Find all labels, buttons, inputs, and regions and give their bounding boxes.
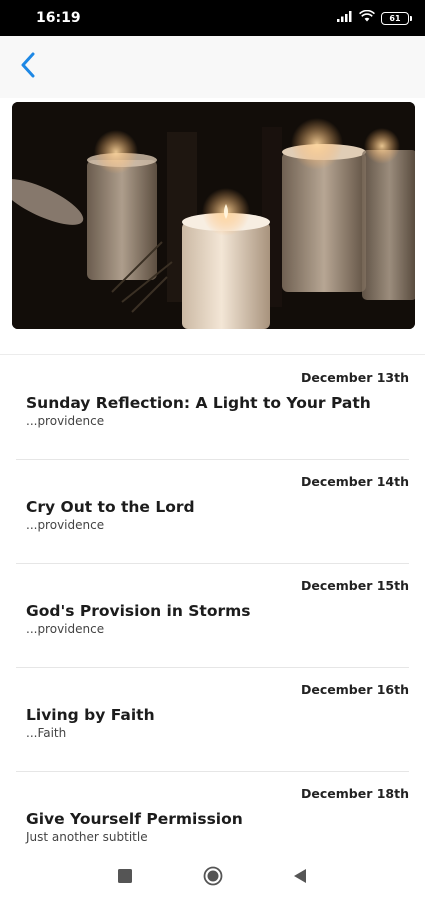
wifi-icon [359,9,375,27]
item-title: Sunday Reflection: A Light to Your Path [26,394,371,412]
list-item[interactable]: December 15th God's Provision in Storms … [16,564,409,668]
item-title: Cry Out to the Lord [26,498,195,516]
item-subtitle: ...providence [26,622,105,636]
system-back-button[interactable] [288,866,312,890]
back-triangle-icon [293,868,307,889]
list-item[interactable]: December 14th Cry Out to the Lord ...pro… [16,460,409,564]
list-item[interactable]: December 16th Living by Faith ...Faith [16,668,409,772]
item-date: December 15th [301,578,409,593]
divider [0,354,425,355]
list-item[interactable]: December 13th Sunday Reflection: A Light… [16,356,409,460]
chevron-left-icon [20,52,36,83]
recents-square-icon [118,868,132,888]
item-title: Give Yourself Permission [26,810,243,828]
nav-header [0,36,425,98]
devotional-list: December 13th Sunday Reflection: A Light… [0,356,425,876]
item-date: December 13th [301,370,409,385]
item-subtitle: ...Faith [26,726,67,740]
signal-icon [337,9,353,27]
hero-image [12,102,415,329]
system-nav-bar [0,856,425,900]
item-subtitle: ...providence [26,518,105,532]
status-icons: 61 [337,9,412,27]
candles-illustration [12,102,415,329]
item-date: December 14th [301,474,409,489]
battery-icon: 61 [381,11,412,25]
status-time: 16:19 [36,10,81,26]
item-date: December 18th [301,786,409,801]
item-date: December 16th [301,682,409,697]
status-bar: 16:19 61 [0,0,425,36]
back-button[interactable] [14,50,42,84]
recents-button[interactable] [113,866,137,890]
item-subtitle: Just another subtitle [26,830,148,844]
item-title: God's Provision in Storms [26,602,251,620]
home-button[interactable] [201,866,225,890]
item-subtitle: ...providence [26,414,105,428]
battery-level: 61 [389,13,401,23]
item-title: Living by Faith [26,706,155,724]
home-circle-icon [203,866,223,891]
